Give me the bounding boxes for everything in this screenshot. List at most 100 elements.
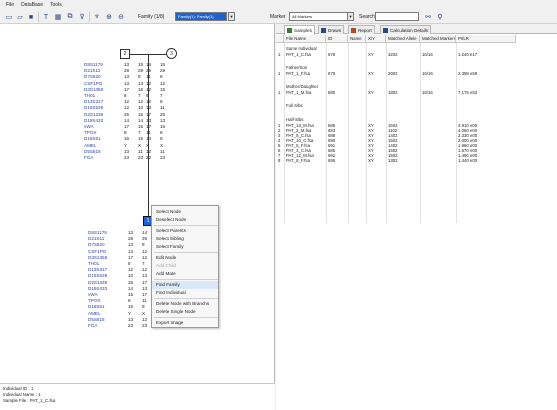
table-cell: 1.440 e00 (458, 158, 478, 163)
context-menu-item[interactable]: Delete Node with Branchs (152, 300, 218, 308)
column-header[interactable]: File Name (284, 35, 326, 43)
table-cell: PAT_8_F.fsa (286, 158, 310, 163)
group-label: Full Sibs (286, 103, 303, 108)
tab-label: Report (358, 28, 372, 33)
column-header[interactable]: PI/LR (456, 35, 516, 43)
status-panel: Individual ID : 1 Individual Name : 1 Sa… (0, 383, 275, 410)
tab-icon (321, 28, 326, 33)
table-cell: XY (368, 71, 374, 76)
genotype-row: FGA 23 23 (88, 323, 156, 329)
table-row[interactable]: 1 PAT_1_M.fsa 680 XY 1802 16/16 7.175 e53 (276, 90, 516, 95)
table-cell: 7.175 e53 (458, 90, 478, 95)
table-cell: 3202 (388, 52, 398, 57)
tab-icon (383, 28, 388, 33)
context-menu-item[interactable]: Edit Node (152, 254, 218, 262)
context-menu-item[interactable]: Export Image (152, 319, 218, 327)
text-icon[interactable]: T (41, 12, 51, 22)
context-menu: Select Node Deselect Node Select Parents Se… (151, 205, 219, 328)
table-cell: XY (368, 158, 374, 163)
menu-item-database[interactable]: DataBase (21, 2, 43, 8)
tab-report[interactable]: Report (348, 25, 375, 34)
context-menu-item[interactable]: Find Family (152, 281, 218, 289)
context-menu-item[interactable]: Select Sibling (152, 235, 218, 243)
context-menu-item[interactable]: Add Mate (152, 270, 218, 278)
table-cell: 1 (278, 71, 281, 76)
context-menu-item[interactable]: Select Family (152, 243, 218, 251)
filter-icon[interactable]: ⊽ (77, 12, 87, 22)
binoculars-icon[interactable]: ⚯ (423, 12, 433, 22)
menu-bar: File DataBase Tools (0, 0, 557, 10)
tab-label: Calculation Details (390, 28, 429, 33)
group-label: Same Individual (286, 46, 317, 51)
context-menu-separator (154, 225, 218, 226)
pedigree-panel[interactable]: 2 3 D8S1179 13 15 D21S11 28 29 D7S820 13 8 CSF1PO… (0, 24, 275, 383)
group-label: Half-Sibs (286, 117, 304, 122)
grid-icon[interactable]: ▦ (53, 12, 63, 22)
allele-2: 23 (160, 155, 166, 161)
table-row[interactable]: 1 PAT_1_F.fsa 679 XY 2002 16/16 2.398 e59 (276, 71, 516, 76)
table-cell: 16/16 (422, 71, 433, 76)
family-select[interactable]: Family(1): Family(1) (175, 12, 227, 21)
marker-select[interactable]: All Markers (289, 12, 351, 21)
new-icon[interactable]: ▭ (4, 12, 14, 22)
context-menu-separator (154, 252, 218, 253)
group-label: Mother/Daughter (286, 84, 319, 89)
table-cell: 695 (328, 158, 336, 163)
search-label: Search (359, 14, 375, 20)
table-cell: 2002 (388, 71, 398, 76)
marker-name: FGA (84, 155, 94, 161)
context-menu-item[interactable]: Find Individual (152, 289, 218, 297)
column-header[interactable]: ID (326, 35, 348, 43)
chevron-down-icon[interactable]: ▼ (228, 12, 235, 21)
menu-item-tools[interactable]: Tools (50, 2, 62, 8)
copy-icon[interactable]: ⧉ (65, 12, 75, 22)
results-panel: Samples Drawn Report Calculation Details Fi… (276, 24, 557, 410)
chevron-down-icon[interactable]: ▼ (347, 12, 354, 21)
tab-calculation-details[interactable]: Calculation Details (380, 25, 432, 34)
column-header[interactable]: Matched Markers (420, 35, 456, 43)
context-menu-item[interactable]: Select Parents (152, 227, 218, 235)
table-row[interactable]: 1 PAT_1_C.fsa 678 XY 3202 16/16 1.240 e17 (276, 52, 516, 57)
tab-drawn[interactable]: Drawn (318, 25, 345, 34)
child-genotypes: D8S1179 13 14 D21S11 28 29 D7S820 13 8 CSF1PO 13 12… (88, 230, 156, 329)
funnel-icon[interactable]: ⩔ (92, 12, 102, 22)
table-row[interactable]: 8 PAT_8_F.fsa 695 XY 1302 1.440 e00 (276, 158, 516, 163)
table-cell: 1802 (388, 90, 398, 95)
context-menu-item[interactable]: Select Node (152, 208, 218, 216)
tab-bar: Samples Drawn Report Calculation Details (276, 24, 557, 35)
context-menu-item: Add Child (156, 263, 176, 268)
column-header[interactable]: X/Y (366, 35, 386, 43)
context-menu-item[interactable]: Delete Single Node (152, 308, 218, 316)
open-folder-icon[interactable]: ▱ (15, 12, 25, 22)
table-cell: 1.240 e17 (458, 52, 478, 57)
context-menu-separator (154, 317, 218, 318)
column-header[interactable] (276, 35, 284, 43)
pedigree-node-father[interactable]: 2 (120, 49, 130, 59)
zoom-in-icon[interactable]: ⊕ (104, 12, 114, 22)
table-cell: PAT_1_C.fsa (286, 52, 311, 57)
tab-icon (351, 28, 356, 33)
menu-item-file[interactable]: File (6, 2, 14, 8)
column-header[interactable]: Name (348, 35, 366, 43)
context-menu-item[interactable]: Deselect Node (152, 216, 218, 224)
genotype-row: 22 23 (146, 155, 174, 161)
table-cell: 680 (328, 90, 336, 95)
genotype-row: FGA 23 23 (84, 155, 152, 161)
tab-label: Drawn (328, 28, 342, 33)
marker-name: FGA (88, 323, 98, 329)
toolbar: ▭ ▱ ■ T ▦ ⧉ ⊽ ⩔ ⊕ ⊖ Family (1/8) Family(… (0, 10, 557, 24)
find-next-icon[interactable]: ⚲ (435, 12, 445, 22)
allele-1: 22 (146, 155, 152, 161)
tab-samples[interactable]: Samples (284, 25, 315, 35)
marker-label: Marker (270, 14, 286, 20)
save-icon[interactable]: ■ (26, 12, 36, 22)
allele-1: 23 (128, 323, 134, 329)
app-window: File DataBase Tools ▭ ▱ ■ T ▦ ⧉ ⊽ ⩔ ⊕ ⊖ Fa… (0, 0, 557, 410)
pedigree-node-mother[interactable]: 3 (166, 48, 177, 59)
zoom-out-icon[interactable]: ⊖ (116, 12, 126, 22)
table-cell: 2.398 e59 (458, 71, 478, 76)
search-input[interactable] (375, 12, 419, 21)
column-header[interactable]: Matched Allele (386, 35, 420, 43)
mother-genotypes: 14 15 29 29 11 8 12 12 12 15 9 7 12 8 13 11 17 25 13 13 17 16… (146, 62, 174, 161)
family-label: Family (1/8) (138, 14, 165, 20)
